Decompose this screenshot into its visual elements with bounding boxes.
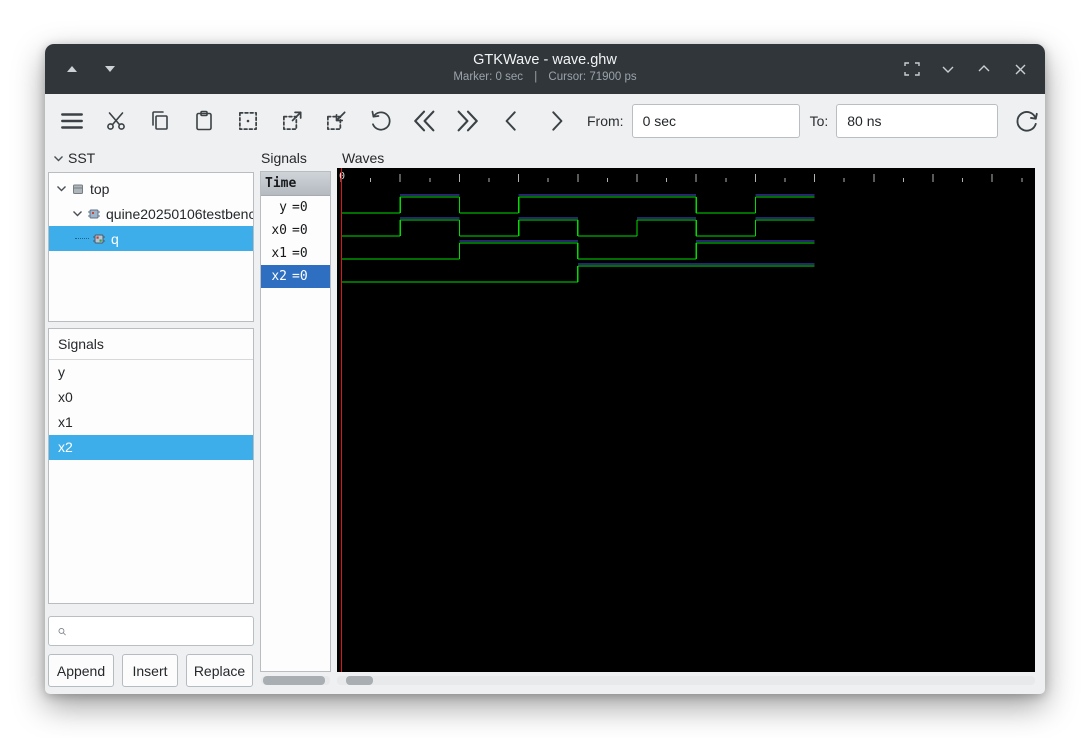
wave-row-name: y bbox=[279, 200, 287, 215]
module-icon bbox=[71, 182, 85, 196]
search-icon bbox=[58, 627, 66, 635]
wave-signals-label: Signals bbox=[261, 150, 307, 166]
zoom-out-icon[interactable] bbox=[319, 104, 353, 138]
tree-node-label: top bbox=[90, 180, 110, 197]
wave-plot: 0 bbox=[339, 168, 1023, 672]
signals-list-panel: Signals y x0 x1 x2 bbox=[48, 328, 254, 604]
fullscreen-icon[interactable] bbox=[901, 58, 923, 80]
window-title: GTKWave - wave.ghw bbox=[473, 52, 617, 68]
chevron-down-icon bbox=[54, 155, 63, 161]
waves-label: Waves bbox=[342, 150, 385, 166]
from-input[interactable] bbox=[631, 104, 800, 138]
insert-button[interactable]: Insert bbox=[122, 654, 178, 687]
wave-row-y[interactable]: y =0 bbox=[261, 196, 330, 219]
caret-down-icon[interactable] bbox=[99, 58, 121, 80]
cursor-status: Cursor: 71900 ps bbox=[548, 71, 637, 83]
tree-node-q[interactable]: q bbox=[49, 226, 253, 251]
time-header: Time bbox=[261, 172, 330, 196]
wave-row-value: =0 bbox=[292, 246, 308, 261]
wave-row-name: x0 bbox=[271, 223, 287, 238]
signal-search-box bbox=[48, 616, 254, 646]
replace-button[interactable]: Replace bbox=[186, 654, 253, 687]
skip-to-end-icon[interactable] bbox=[451, 104, 485, 138]
waves-hscrollbar[interactable] bbox=[337, 676, 1035, 685]
tree-node-label: quine20250106testbenc bbox=[106, 205, 254, 222]
to-label: To: bbox=[809, 113, 829, 129]
caret-up-icon[interactable] bbox=[61, 58, 83, 80]
titlebar: GTKWave - wave.ghw Marker: 0 sec | Curso… bbox=[45, 44, 1045, 94]
subtitle-separator: | bbox=[534, 71, 538, 83]
append-button[interactable]: Append bbox=[48, 654, 114, 687]
wave-canvas[interactable]: 0 bbox=[337, 168, 1035, 672]
chip-icon bbox=[87, 207, 101, 221]
undo-icon[interactable] bbox=[363, 104, 397, 138]
sst-tree-panel: top quine20250106testbenc q bbox=[48, 172, 254, 322]
chevron-down-icon[interactable] bbox=[72, 209, 83, 218]
zoom-in-icon[interactable] bbox=[275, 104, 309, 138]
to-input[interactable] bbox=[836, 104, 999, 138]
close-icon[interactable] bbox=[1009, 58, 1031, 80]
tree-node-top[interactable]: top bbox=[49, 176, 253, 201]
wave-row-name: x2 bbox=[271, 269, 287, 284]
wave-row-x1[interactable]: x1 =0 bbox=[261, 242, 330, 265]
chip-icon bbox=[92, 232, 106, 246]
signals-list-header: Signals bbox=[49, 329, 253, 360]
toolbar: From: To: bbox=[45, 94, 1045, 148]
chevron-down-icon[interactable] bbox=[56, 184, 67, 193]
names-hscrollbar[interactable] bbox=[261, 676, 330, 685]
signal-item-x0[interactable]: x0 bbox=[49, 385, 253, 410]
maximize-icon[interactable] bbox=[973, 58, 995, 80]
signal-item-x1[interactable]: x1 bbox=[49, 410, 253, 435]
step-right-icon[interactable] bbox=[539, 104, 573, 138]
shade-down-icon[interactable] bbox=[937, 58, 959, 80]
from-label: From: bbox=[587, 113, 624, 129]
svg-text:0: 0 bbox=[339, 171, 345, 182]
signal-item-y[interactable]: y bbox=[49, 360, 253, 385]
tree-node-testbench[interactable]: quine20250106testbenc bbox=[49, 201, 253, 226]
tree-connector bbox=[75, 238, 89, 239]
gtkwave-window: GTKWave - wave.ghw Marker: 0 sec | Curso… bbox=[45, 44, 1045, 694]
menu-icon[interactable] bbox=[55, 104, 89, 138]
reload-icon[interactable] bbox=[1010, 104, 1044, 138]
zoom-fit-icon[interactable] bbox=[231, 104, 265, 138]
step-left-icon[interactable] bbox=[495, 104, 529, 138]
wave-row-name: x1 bbox=[271, 246, 287, 261]
scrollbar-thumb[interactable] bbox=[346, 676, 373, 685]
marker-status: Marker: 0 sec bbox=[453, 71, 524, 83]
window-subtitle: Marker: 0 sec | Cursor: 71900 ps bbox=[165, 71, 925, 83]
wave-row-value: =0 bbox=[292, 200, 308, 215]
sst-label: SST bbox=[68, 150, 96, 166]
wave-row-x2[interactable]: x2 =0 bbox=[261, 265, 330, 288]
sst-header[interactable]: SST bbox=[53, 150, 95, 166]
paste-icon[interactable] bbox=[187, 104, 221, 138]
wave-names-panel: Time y =0 x0 =0 x1 =0 x2 =0 bbox=[260, 171, 331, 672]
copy-icon[interactable] bbox=[143, 104, 177, 138]
cut-icon[interactable] bbox=[99, 104, 133, 138]
wave-row-x0[interactable]: x0 =0 bbox=[261, 219, 330, 242]
wave-row-value: =0 bbox=[292, 223, 308, 238]
wave-row-value: =0 bbox=[292, 269, 308, 284]
skip-to-start-icon[interactable] bbox=[407, 104, 441, 138]
signal-item-x2[interactable]: x2 bbox=[49, 435, 253, 460]
scrollbar-thumb[interactable] bbox=[263, 676, 325, 685]
search-input[interactable] bbox=[73, 622, 253, 640]
tree-node-label: q bbox=[111, 230, 119, 247]
